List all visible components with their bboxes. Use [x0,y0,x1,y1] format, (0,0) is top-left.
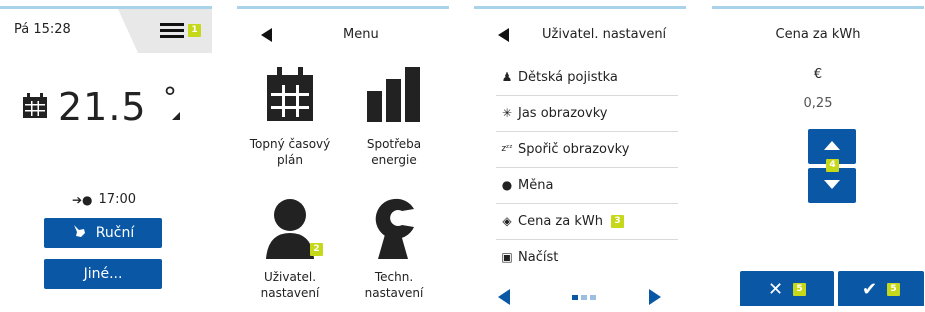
step-badge: 1 [188,24,201,37]
list-item-screensaver[interactable]: zᶻᶻ Spořič obrazovky [496,131,678,168]
temperature-value: 21.5 [58,85,147,129]
list-item-label: Měna [518,177,554,193]
step-badge: 5 [793,282,807,296]
close-icon: ✕ [767,278,784,300]
down-arrow-icon [824,180,840,189]
currency-icon: ● [501,178,513,192]
next-change-time: 17:00 [98,192,136,207]
menu-item-label: Spotřeba energie [366,137,422,167]
home-screen: Pá 15:28 1 21.5 ° ➔● 17:00 Ruční Jiné... [0,6,212,306]
user-settings-screen: Uživatel. nastavení ♟ Dětská pojistka ✳ … [474,6,686,306]
bar-chart-icon [365,67,423,122]
menu-screen: Menu Topný časový plán Spotřeba energie [237,6,449,306]
load-icon: ▣ [501,250,513,264]
sleep-icon: zᶻᶻ [501,144,513,154]
hand-pointer-icon [72,224,86,242]
next-page-arrow-icon[interactable] [649,289,661,305]
back-arrow-icon[interactable] [261,28,272,42]
list-item-label: Spořič obrazovky [518,141,630,157]
menu-item-energy[interactable]: Spotřeba energie [349,67,439,187]
child-lock-icon: ♟ [501,70,513,84]
price-value: 0,25 [803,96,833,111]
next-change: ➔● 17:00 [72,192,136,207]
corner-arrow-icon [172,112,180,120]
confirm-button[interactable]: ✔ 5 [838,271,924,306]
list-item-currency[interactable]: ● Měna [496,167,678,204]
step-badge: 3 [610,214,624,228]
decrease-button[interactable] [808,168,856,203]
arrow-clock-icon: ➔● [72,192,93,207]
cancel-button[interactable]: ✕ 5 [740,271,834,306]
checkmark-icon: ✔ [861,278,878,300]
list-item-label: Načíst [518,249,559,265]
step-badge: 2 [310,243,323,256]
page-indicator [572,295,596,300]
list-item-label: Jas obrazovky [518,105,608,121]
up-arrow-icon [824,141,840,150]
menu-item-schedule[interactable]: Topný časový plán [245,67,335,187]
list-item-brightness[interactable]: ✳ Jas obrazovky [496,95,678,132]
menu-item-tech-settings[interactable]: Techn. nastavení [349,197,439,306]
manual-button[interactable]: Ruční [44,218,162,248]
screen-title: Uživatel. nastavení [542,27,667,42]
menu-item-label: Techn. nastavení [364,270,424,300]
prev-page-arrow-icon[interactable] [498,289,510,305]
menu-icon[interactable] [160,23,184,43]
screen-title: Cena za kWh [775,27,861,42]
degree-symbol: ° [163,81,177,114]
other-button[interactable]: Jiné... [44,259,162,289]
menu-item-label: Uživatel. nastavení [260,270,320,300]
clock-label: Pá 15:28 [14,22,71,37]
other-button-label: Jiné... [83,266,123,282]
manual-button-label: Ruční [95,225,135,241]
schedule-calendar-icon [22,93,48,123]
price-kwh-screen: Cena za kWh € 0,25 4 ✕ 5 ✔ 5 [712,6,924,306]
list-item-label: Dětská pojistka [518,69,618,85]
brightness-icon: ✳ [501,106,513,120]
page-dot [581,295,587,300]
tag-icon: ◈ [502,214,512,228]
list-item-child-lock[interactable]: ♟ Dětská pojistka [496,59,678,96]
menu-item-user-settings[interactable]: 2 Uživatel. nastavení [245,197,335,306]
currency-symbol: € [813,67,823,82]
user-icon: 2 [264,197,323,259]
status-bar: Pá 15:28 1 [0,9,212,53]
calendar-icon [265,67,315,122]
list-item-label: Cena za kWh [518,213,603,229]
page-dot [572,295,578,300]
menu-item-label: Topný časový plán [249,137,331,167]
wrench-icon [368,197,420,259]
back-arrow-icon[interactable] [498,28,509,42]
menu-title: Menu [343,27,379,42]
step-badge: 5 [887,282,901,296]
page-dot [590,295,596,300]
list-item-load[interactable]: ▣ Načíst [496,239,678,275]
list-item-price-kwh[interactable]: ◈ Cena za kWh 3 [496,203,678,240]
step-badge: 4 [826,159,839,172]
